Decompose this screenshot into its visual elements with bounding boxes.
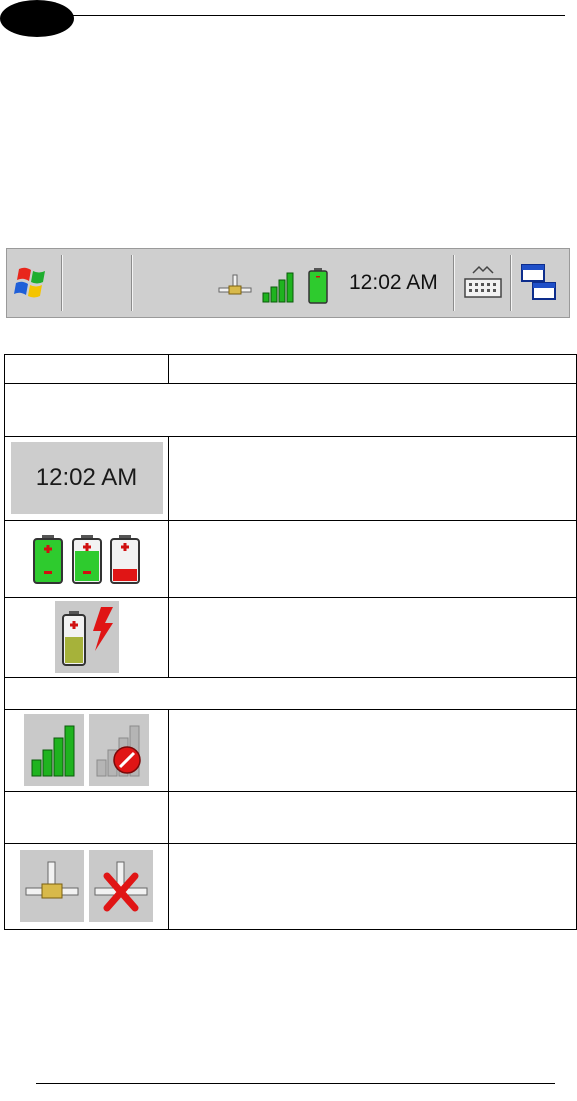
input-panel-keyboard-icon[interactable] bbox=[463, 263, 503, 301]
section-row-network bbox=[4, 677, 577, 710]
battery-icon[interactable] bbox=[307, 267, 329, 305]
signal-strength-icon bbox=[24, 714, 85, 787]
section-cell bbox=[4, 383, 577, 438]
table-row bbox=[4, 842, 577, 931]
network-connected-icon[interactable] bbox=[217, 273, 253, 303]
task-switch-icon[interactable] bbox=[519, 261, 559, 303]
battery-low-icon bbox=[109, 534, 140, 584]
battery-high-icon bbox=[33, 534, 64, 584]
header-cell-description bbox=[168, 353, 577, 385]
table-row bbox=[4, 708, 577, 792]
taskbar-clock[interactable]: 12:02 AM bbox=[349, 271, 438, 295]
section-row-power bbox=[4, 383, 577, 438]
status-icons-table: 12:02 AM bbox=[4, 353, 577, 931]
network-connected-icon bbox=[20, 850, 85, 923]
page-number-badge bbox=[0, 0, 74, 37]
table-header-row bbox=[4, 353, 577, 385]
network-disconnected-icon bbox=[88, 850, 153, 923]
section-cell bbox=[4, 677, 577, 710]
table-row bbox=[4, 596, 577, 679]
header-cell-icon bbox=[4, 353, 169, 385]
windows-flag-icon[interactable] bbox=[13, 263, 53, 303]
table-row bbox=[4, 519, 577, 598]
table-row: 12:02 AM bbox=[4, 436, 577, 521]
signal-strength-icon[interactable] bbox=[261, 271, 295, 303]
battery-medium-icon bbox=[71, 534, 102, 584]
header-rule bbox=[72, 15, 565, 16]
taskbar: 12:02 AM bbox=[6, 248, 570, 318]
table-row bbox=[4, 790, 577, 844]
signal-unavailable-icon bbox=[88, 714, 149, 787]
footer-rule bbox=[36, 1083, 555, 1084]
clock-icon-example: 12:02 AM bbox=[10, 442, 163, 515]
clock-example-text: 12:02 AM bbox=[35, 464, 138, 492]
battery-charging-icon bbox=[54, 601, 119, 674]
